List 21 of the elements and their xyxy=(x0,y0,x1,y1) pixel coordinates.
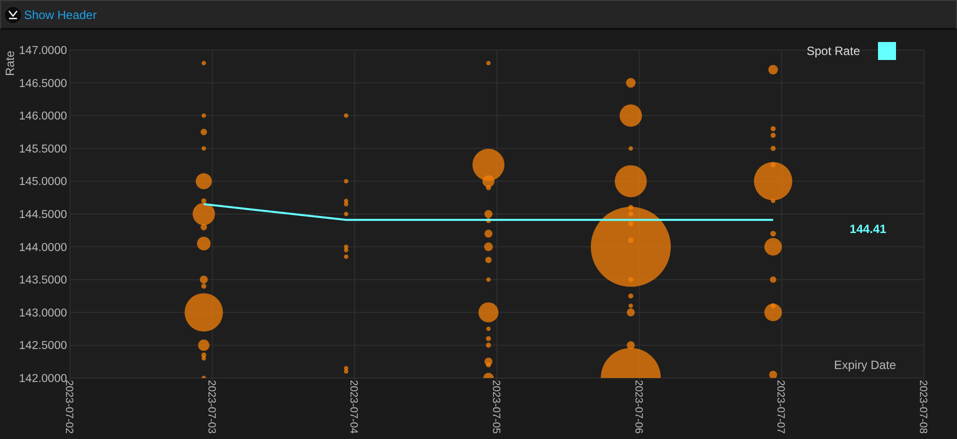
axis-tick-label: 2023-07-04 xyxy=(348,380,360,434)
axis-tick-label: 2023-07-05 xyxy=(490,380,502,434)
axis-title: Rate xyxy=(3,50,17,76)
axis-tick-label: 143.0000 xyxy=(19,307,67,320)
axis-tick-label: 145.5000 xyxy=(19,143,67,156)
axis-tick-label: 145.0000 xyxy=(19,176,67,188)
legend-label: Spot Rate xyxy=(806,44,860,58)
axis-title: Expiry Date xyxy=(834,358,896,372)
axis-tick-label: 2023-07-03 xyxy=(205,380,218,434)
axis-tick-label: 2023-07-07 xyxy=(774,380,787,434)
axis-tick-label: 2023-07-08 xyxy=(917,380,929,434)
axis-tick-label: 146.0000 xyxy=(19,110,67,123)
axis-tick-label: 144.5000 xyxy=(19,209,67,221)
axis-tick-label: 147.0000 xyxy=(19,45,67,57)
axis-tick-label: 143.5000 xyxy=(19,274,67,287)
axis-tick-label: 142.0000 xyxy=(19,373,67,385)
axis-tick-label: 2023-07-06 xyxy=(632,380,644,434)
axis-tick-label: 144.0000 xyxy=(19,242,67,254)
axis-tick-label: 142.5000 xyxy=(19,340,67,352)
value-label: 144.41 xyxy=(850,222,886,236)
axis-tick-label: 146.5000 xyxy=(19,78,67,90)
